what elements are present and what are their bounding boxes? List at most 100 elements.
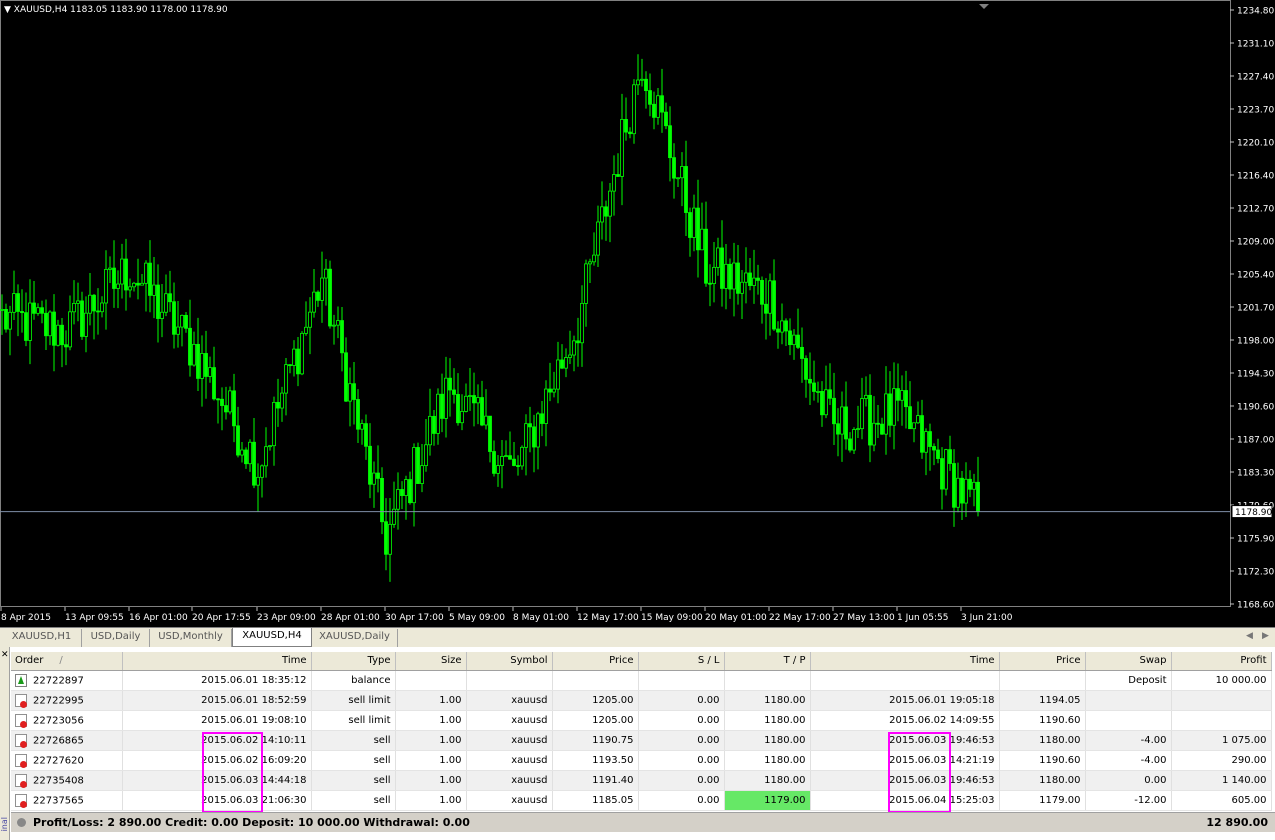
candle-body [616,174,620,177]
candlesticks [0,54,980,582]
cell-close-time: 2015.06.02 14:09:55 [810,710,1000,731]
candle-body [704,228,708,284]
cell-close-price [999,670,1086,691]
candle-body [24,312,28,341]
candle-body [924,431,928,453]
cell-price: 1205.00 [552,690,639,711]
cell-close-price: 1180.00 [999,770,1086,791]
price-axis-label: 1209.00 [1237,238,1274,248]
tab-scroll-right-icon[interactable]: ▶ [1262,631,1269,641]
cell-price: 1193.50 [552,750,639,771]
candle-body [52,311,56,346]
candle-body [260,465,264,478]
tab-xauusd-h1[interactable]: XAUUSD,H1 [2,629,82,647]
candle-body [124,258,128,291]
column-header-symbol[interactable]: Symbol [466,652,553,671]
candle-body [676,177,680,180]
table-row[interactable]: 22735408 2015.06.03 14:44:18 sell 1.00 xauus… [11,770,1272,791]
candle-body [16,293,20,312]
price-axis-label: 1231.10 [1237,40,1274,50]
cell-profit: 1 075.00 [1171,730,1272,751]
candle-body [816,391,820,393]
candle-body [764,303,768,314]
table-row[interactable]: 22722897 2015.06.01 18:35:12 balance Deposi… [11,670,1272,691]
candle-body [496,465,500,474]
time-axis-label: 5 May 09:00 [449,613,505,623]
candle-body [576,340,580,344]
candle-body [280,392,284,409]
column-header-sl[interactable]: S / L [638,652,725,671]
candle-body [868,394,872,446]
candle-body [128,286,132,291]
cell-tp: 1179.00 [724,790,811,811]
time-axis-label: 15 May 09:00 [641,613,703,623]
cell-close-time: 2015.06.01 19:05:18 [810,690,1000,711]
column-header-profit[interactable]: Profit [1171,652,1272,671]
table-row[interactable]: 22727620 2015.06.02 16:09:20 sell 1.00 xauus… [11,750,1272,771]
status-total: 12 890.00 [1206,816,1268,829]
collapse-triangle-icon[interactable]: ▼ [4,5,11,15]
candle-body [400,489,404,496]
column-header-close-time[interactable]: Time [810,652,1000,671]
candle-body [476,397,480,404]
candle-body [80,300,84,337]
column-header-price[interactable]: Price [552,652,639,671]
candle-body [92,294,96,312]
price-axis-label: 1223.70 [1237,106,1274,116]
candle-body [420,465,424,484]
candle-body [952,463,956,508]
table-row[interactable]: 22722995 2015.06.01 18:52:59 sell limit 1.0… [11,690,1272,711]
candle-body [960,477,964,504]
column-header-tp[interactable]: T / P [724,652,811,671]
cell-swap [1085,690,1172,711]
candle-body [852,429,856,451]
candle-body [912,422,916,430]
cell-close-price: 1190.60 [999,710,1086,731]
chart-tabs-bar: XAUUSD,H1 USD,Daily USD,Monthly XAUUSD,H… [0,627,1275,647]
tab-usd-daily[interactable]: USD,Daily [82,629,150,647]
terminal-side-bar: ✕ inal [0,647,10,840]
column-header-swap[interactable]: Swap [1085,652,1172,671]
candle-body [256,476,260,486]
chart-shift-marker-icon[interactable] [979,4,989,9]
candle-body [692,207,696,238]
table-row[interactable]: 22723056 2015.06.01 19:08:10 sell limit 1.0… [11,710,1272,731]
tab-usd-monthly[interactable]: USD,Monthly [150,629,232,647]
candle-body [104,269,108,304]
candle-body [300,332,304,375]
candle-body [948,449,952,464]
column-header-close-price[interactable]: Price [999,652,1086,671]
candle-body [700,228,704,251]
candle-body [784,320,788,332]
cell-swap: Deposit [1085,670,1172,691]
cell-tp [724,670,811,691]
candle-body [272,401,276,447]
candle-body [904,390,908,408]
column-header-type[interactable]: Type [311,652,396,671]
candle-body [484,415,488,426]
candle-body [928,431,932,447]
candle-body [220,398,224,406]
candle-body [360,423,364,430]
tab-xauusd-daily[interactable]: XAUUSD,Daily [312,629,398,647]
tab-scroll-left-icon[interactable]: ◀ [1246,631,1253,641]
column-header-order[interactable]: Order / [11,652,123,671]
table-row[interactable]: 22726865 2015.06.02 14:10:11 sell 1.00 xauus… [11,730,1272,751]
candle-body [480,397,484,426]
price-chart[interactable]: 1234.80 1231.10 1227.40 1223.70 1220.10 1216.… [0,0,1275,627]
tab-xauusd-h4[interactable]: XAUUSD,H4 [232,628,312,647]
candle-body [304,326,308,334]
cell-price: 1190.75 [552,730,639,751]
cell-swap: -4.00 [1085,730,1172,751]
column-header-size[interactable]: Size [395,652,467,671]
chart-canvas[interactable]: 1234.80 1231.10 1227.40 1223.70 1220.10 1216.… [0,0,1275,627]
candle-body [488,415,492,452]
close-icon[interactable]: ✕ [1,650,9,660]
candle-body [748,272,752,286]
candle-body [756,277,760,281]
column-header-time[interactable]: Time [122,652,312,671]
cell-price: 1205.00 [552,710,639,731]
table-row[interactable]: 22737565 2015.06.03 21:06:30 sell 1.00 xauus… [11,790,1272,811]
closed-order-icon [15,753,27,768]
cell-close-price: 1194.05 [999,690,1086,711]
